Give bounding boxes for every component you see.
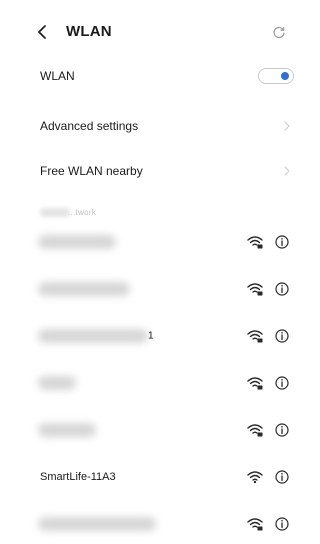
back-button[interactable]	[32, 22, 52, 42]
network-name-obscured	[38, 329, 148, 343]
wifi-icon	[247, 471, 263, 484]
section-label: ...twork	[68, 208, 97, 217]
wifi-locked-icon	[247, 330, 263, 343]
wlan-toggle-row[interactable]: WLAN	[0, 56, 305, 96]
chevron-left-icon	[38, 25, 46, 39]
wifi-locked-icon	[247, 236, 263, 249]
network-row[interactable]	[0, 363, 305, 403]
refresh-icon	[273, 26, 285, 39]
info-icon[interactable]	[275, 329, 289, 343]
section-label-obscured	[40, 208, 70, 217]
network-name-fragment: 1	[148, 330, 154, 342]
network-row-smartlife[interactable]: SmartLife-11A3	[0, 457, 305, 497]
network-row[interactable]	[0, 504, 305, 544]
wifi-locked-icon	[247, 518, 263, 531]
info-icon[interactable]	[275, 376, 289, 390]
page-title: WLAN	[66, 23, 112, 40]
network-name-obscured	[38, 423, 96, 437]
network-name-obscured	[38, 517, 156, 531]
network-name-obscured	[38, 235, 116, 249]
network-row[interactable]: 1	[0, 316, 305, 356]
network-row[interactable]	[0, 222, 305, 262]
info-icon[interactable]	[275, 470, 289, 484]
title-bar: WLAN	[0, 0, 305, 60]
wlan-toggle[interactable]	[258, 68, 294, 84]
refresh-button[interactable]	[271, 24, 287, 40]
advanced-settings-label: Advanced settings	[40, 119, 139, 133]
wifi-locked-icon	[247, 377, 263, 390]
wlan-label: WLAN	[40, 69, 75, 83]
chevron-right-icon	[284, 166, 290, 176]
chevron-right-icon	[284, 121, 290, 131]
free-wlan-label: Free WLAN nearby	[40, 164, 143, 178]
network-name-obscured	[38, 376, 76, 390]
network-name-obscured	[38, 282, 130, 296]
wifi-locked-icon	[247, 283, 263, 296]
network-name: SmartLife-11A3	[40, 471, 116, 483]
info-icon[interactable]	[275, 423, 289, 437]
wifi-locked-icon	[247, 424, 263, 437]
info-icon[interactable]	[275, 282, 289, 296]
network-row[interactable]	[0, 269, 305, 309]
advanced-settings-row[interactable]: Advanced settings	[0, 106, 305, 146]
info-icon[interactable]	[275, 235, 289, 249]
free-wlan-row[interactable]: Free WLAN nearby	[0, 151, 305, 191]
network-row[interactable]	[0, 410, 305, 450]
info-icon[interactable]	[275, 517, 289, 531]
toggle-knob	[281, 72, 289, 80]
